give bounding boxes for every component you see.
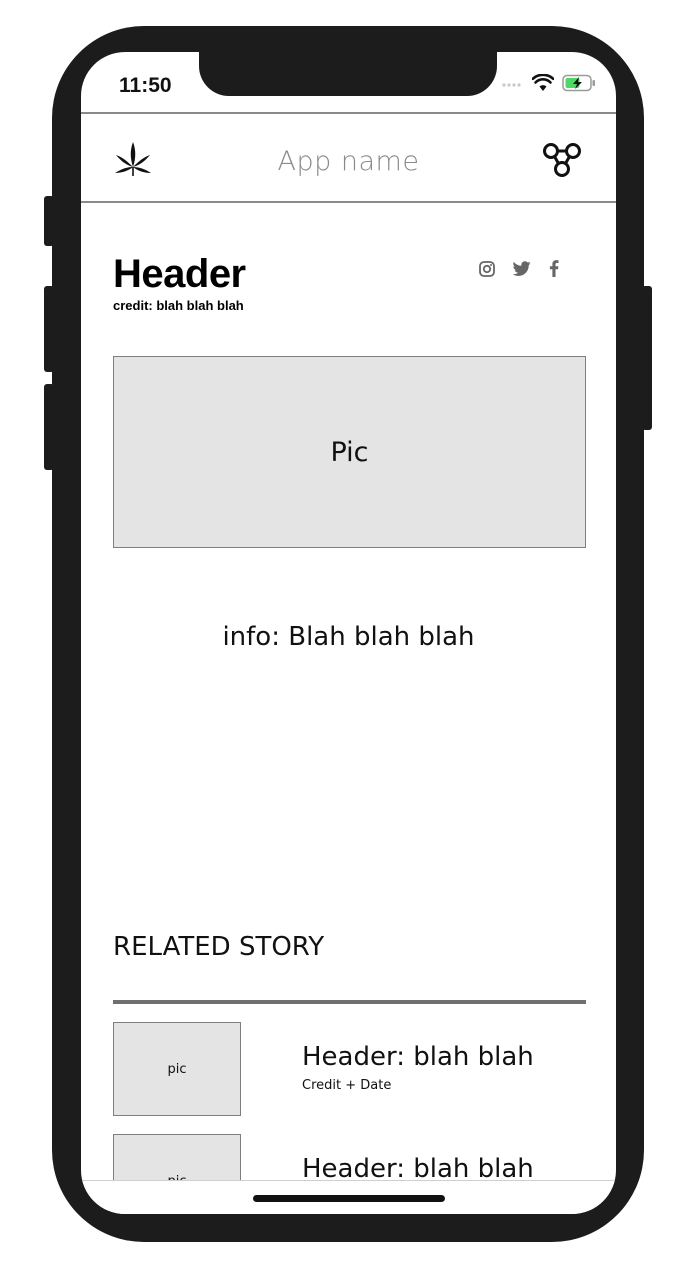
- home-indicator-area: [81, 1180, 616, 1214]
- twitter-icon[interactable]: [513, 261, 531, 276]
- facebook-icon[interactable]: [549, 260, 559, 277]
- home-indicator[interactable]: [253, 1195, 445, 1202]
- related-story-title: RELATED STORY: [113, 932, 325, 962]
- wifi-icon: [532, 74, 554, 91]
- story-credit: Credit + Date: [302, 1078, 392, 1093]
- story-thumbnail[interactable]: pic: [113, 1022, 241, 1116]
- notch: [199, 52, 497, 96]
- share-nodes-icon[interactable]: [542, 142, 582, 178]
- battery-charging-icon: [562, 74, 595, 92]
- instagram-icon[interactable]: [479, 260, 495, 277]
- status-time: 11:50: [119, 74, 172, 97]
- app-nav-bar: App name: [81, 112, 616, 203]
- cellular-signal-icon: [502, 83, 521, 87]
- article-credit: credit: blah blah blah: [113, 298, 244, 313]
- related-divider: [113, 1000, 586, 1004]
- article-info: info: Blah blah blah: [222, 622, 475, 652]
- article-header: Header: [113, 252, 246, 296]
- story-thumbnail-label: pic: [167, 1061, 187, 1077]
- app-name: App name: [277, 146, 420, 177]
- status-indicators: [502, 74, 596, 92]
- article-image-placeholder: Pic: [113, 356, 586, 548]
- story-header[interactable]: Header: blah blah: [302, 1042, 534, 1072]
- related-story-item[interactable]: pic Header: blah blah Credit + Date: [113, 1022, 586, 1116]
- phone-screen: 11:50 App name Header credit: blah blah …: [81, 52, 616, 1214]
- social-links: [479, 260, 559, 277]
- article-image-label: Pic: [330, 436, 369, 468]
